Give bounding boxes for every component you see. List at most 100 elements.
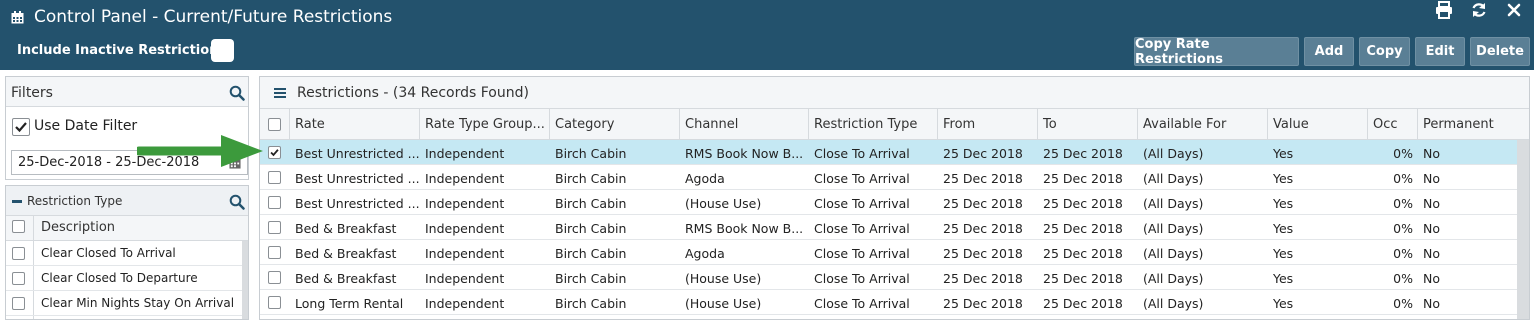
cell-channel: (House Use) (685, 296, 762, 311)
column-header-value[interactable]: Value (1268, 109, 1368, 140)
column-header-channel[interactable]: Channel (680, 109, 809, 140)
annotation-arrow-icon (137, 135, 263, 167)
cell-to: 25 Dec 2018 (1043, 246, 1123, 261)
cell-rate-type-group: Independent (425, 146, 505, 161)
list-item[interactable]: Clear Closed To Arrival (6, 241, 242, 266)
cell-occ: 0% (1393, 296, 1413, 311)
column-header-available-for[interactable]: Available For (1138, 109, 1268, 140)
use-date-filter-label: Use Date Filter (34, 118, 138, 134)
column-header-restriction-type[interactable]: Restriction Type (809, 109, 938, 140)
grid-header: Restrictions - (34 Records Found) (260, 77, 1529, 109)
close-icon[interactable] (1504, 0, 1524, 20)
cell-available-for: (All Days) (1143, 171, 1204, 186)
cell-rate-type-group: Independent (425, 296, 505, 311)
edit-button[interactable]: Edit (1415, 37, 1465, 66)
use-date-filter-checkbox[interactable] (12, 118, 30, 136)
column-header-occ[interactable]: Occ (1368, 109, 1418, 140)
cell-value: Yes (1273, 296, 1294, 311)
cell-from: 25 Dec 2018 (943, 171, 1023, 186)
cell-rate-type-group: Independent (425, 196, 505, 211)
cell-rate: Bed & Breakfast (295, 246, 397, 261)
left-panel: Filters Use Date Filter 25-Dec-2018 - 25… (5, 76, 249, 320)
column-header-permanent[interactable]: Permanent (1418, 109, 1529, 140)
cell-rate-type-group: Independent (425, 246, 505, 261)
description-column-header[interactable]: Description (41, 220, 115, 235)
cell-permanent: No (1423, 146, 1440, 161)
checkmark-icon (15, 122, 27, 133)
row-checkbox[interactable] (268, 171, 281, 184)
collapse-icon[interactable] (12, 200, 22, 203)
list-item[interactable]: Clear Min Nights Stay On Arrival (6, 291, 242, 316)
cell-occ: 0% (1393, 146, 1413, 161)
select-all-checkbox[interactable] (268, 118, 281, 131)
cell-rate: Bed & Breakfast (295, 221, 397, 236)
list-item-label: Clear Min Nights Stay On Arrival (41, 296, 235, 310)
cell-to: 25 Dec 2018 (1043, 221, 1123, 236)
row-checkbox[interactable] (12, 272, 25, 285)
cell-channel: RMS Book Now B... (685, 146, 804, 161)
refresh-icon[interactable] (1469, 0, 1489, 20)
cell-rate: Bed & Breakfast (295, 271, 397, 286)
column-header-from[interactable]: From (938, 109, 1038, 140)
cell-available-for: (All Days) (1143, 296, 1204, 311)
cell-rate: Long Term Rental (295, 296, 404, 311)
row-checkbox[interactable] (268, 296, 281, 309)
cell-to: 25 Dec 2018 (1043, 296, 1123, 311)
table-row[interactable]: Best Unrestricted ... Independent Birch Ca… (260, 190, 1517, 215)
cell-available-for: (All Days) (1143, 196, 1204, 211)
cell-from: 25 Dec 2018 (943, 146, 1023, 161)
cell-permanent: No (1423, 296, 1440, 311)
column-header-rate[interactable]: Rate (290, 109, 420, 140)
menu-icon[interactable] (274, 88, 286, 98)
cell-permanent: No (1423, 171, 1440, 186)
cell-channel: Agoda (685, 171, 725, 186)
row-checkbox[interactable] (12, 297, 25, 310)
column-header-row: Rate Rate Type Group... Category Channel… (260, 109, 1529, 140)
scrollbar[interactable] (242, 241, 248, 319)
cell-available-for: (All Days) (1143, 221, 1204, 236)
cell-from: 25 Dec 2018 (943, 246, 1023, 261)
row-checkbox[interactable] (268, 146, 281, 159)
cell-available-for: (All Days) (1143, 271, 1204, 286)
page-title: Control Panel - Current/Future Restricti… (34, 7, 393, 27)
list-item[interactable]: Clear Closed To Departure (6, 266, 242, 291)
restriction-type-header[interactable]: Restriction Type (6, 186, 248, 216)
add-button[interactable]: Add (1304, 37, 1354, 66)
column-header-category[interactable]: Category (550, 109, 680, 140)
scrollbar[interactable] (1517, 140, 1529, 319)
select-all-checkbox[interactable] (12, 220, 25, 233)
row-checkbox[interactable] (268, 221, 281, 234)
table-row[interactable]: Bed & Breakfast Independent Birch Cabin RMS… (260, 215, 1517, 240)
search-icon[interactable] (229, 194, 245, 210)
print-icon[interactable] (1434, 0, 1454, 20)
search-icon[interactable] (229, 85, 245, 101)
cell-channel: RMS Book Now B... (685, 221, 804, 236)
cell-restriction-type: Close To Arrival (814, 221, 910, 236)
row-checkbox[interactable] (12, 247, 25, 260)
table-row[interactable]: Bed & Breakfast Independent Birch Cabin (Ho… (260, 265, 1517, 290)
cell-rate-type-group: Independent (425, 171, 505, 186)
filters-title: Filters (11, 85, 53, 101)
table-row[interactable]: Best Unrestricted ... Independent Birch Ca… (260, 140, 1517, 165)
cell-occ: 0% (1393, 196, 1413, 211)
cell-value: Yes (1273, 196, 1294, 211)
filters-header: Filters (6, 77, 248, 107)
cell-category: Birch Cabin (555, 146, 627, 161)
column-header-rate-type-group[interactable]: Rate Type Group... (420, 109, 550, 140)
cell-permanent: No (1423, 196, 1440, 211)
row-checkbox[interactable] (268, 196, 281, 209)
copy-button[interactable]: Copy (1359, 37, 1410, 66)
table-row[interactable]: Best Unrestricted ... Independent Birch Ca… (260, 165, 1517, 190)
delete-button[interactable]: Delete (1470, 37, 1530, 66)
table-row[interactable]: Bed & Breakfast Independent Birch Cabin Ago… (260, 240, 1517, 265)
table-row[interactable]: Long Term Rental Independent Birch Cabin (H… (260, 290, 1517, 315)
row-checkbox[interactable] (268, 271, 281, 284)
include-inactive-checkbox[interactable] (211, 39, 234, 62)
cell-channel: Agoda (685, 246, 725, 261)
cell-category: Birch Cabin (555, 221, 627, 236)
copy-rate-restrictions-button[interactable]: Copy Rate Restrictions (1134, 37, 1299, 67)
column-header-to[interactable]: To (1038, 109, 1138, 140)
cell-to: 25 Dec 2018 (1043, 171, 1123, 186)
cell-value: Yes (1273, 146, 1294, 161)
row-checkbox[interactable] (268, 246, 281, 259)
